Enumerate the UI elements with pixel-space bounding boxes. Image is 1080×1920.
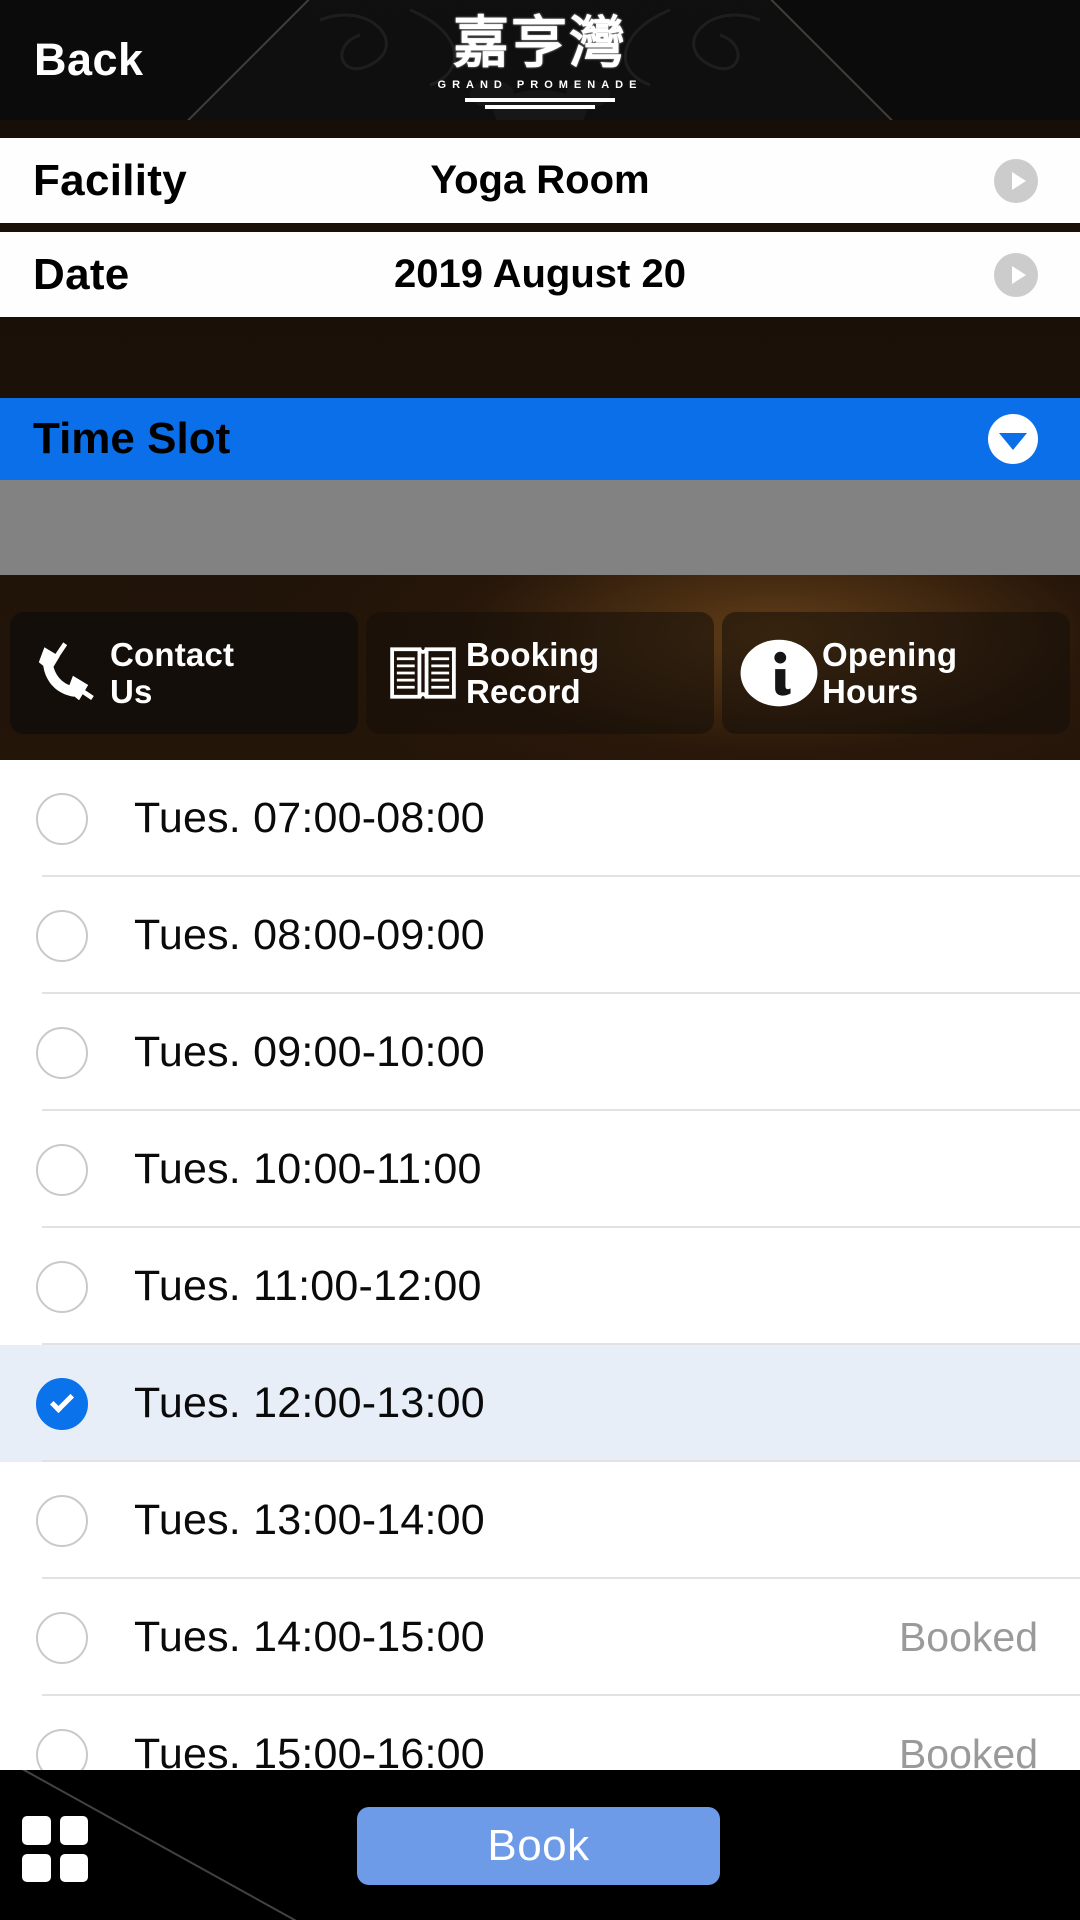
time-slot-dropdown[interactable]: Time Slot	[0, 398, 1080, 480]
play-arrow-icon[interactable]	[994, 158, 1038, 203]
time-slot-label: Tues. 07:00-08:00	[134, 794, 485, 842]
time-slot-label: Tues. 11:00-12:00	[134, 1262, 482, 1310]
time-slot-label: Tues. 12:00-13:00	[134, 1379, 485, 1427]
radio-unchecked-icon[interactable]	[36, 1611, 88, 1664]
time-slot-row[interactable]: Tues. 08:00-09:00	[0, 877, 1080, 994]
time-slot-label: Tues. 15:00-16:00	[134, 1730, 485, 1770]
time-slot-label: Time Slot	[33, 414, 231, 463]
radio-unchecked-icon[interactable]	[36, 1728, 88, 1770]
phone-icon	[24, 630, 110, 716]
brand-logo: 嘉亨灣 GRAND PROMENADE	[375, 12, 705, 112]
bottom-toolbar: Book	[0, 1770, 1080, 1920]
opening-hours-button[interactable]: Opening Hours	[722, 612, 1070, 734]
time-slot-row[interactable]: Tues. 15:00-16:00 Booked	[0, 1696, 1080, 1770]
radio-unchecked-icon[interactable]	[36, 1260, 88, 1313]
time-slot-row[interactable]: Tues. 14:00-15:00 Booked	[0, 1579, 1080, 1696]
contact-us-button[interactable]: Contact Us	[10, 612, 358, 734]
quick-action-row: Contact Us Booking Record Opening Hours	[0, 612, 1080, 734]
booking-record-button[interactable]: Booking Record	[366, 612, 714, 734]
info-icon	[736, 630, 822, 716]
time-slot-label: Tues. 08:00-09:00	[134, 911, 485, 959]
contact-us-label: Contact Us	[110, 636, 235, 710]
time-slot-label: Tues. 13:00-14:00	[134, 1496, 485, 1544]
brand-logo-chinese: 嘉亨灣	[453, 11, 627, 76]
time-slot-panel-spacer	[0, 480, 1080, 575]
back-button[interactable]: Back	[34, 26, 144, 94]
slot-status-badge: Booked	[898, 1614, 1038, 1660]
radio-unchecked-icon[interactable]	[36, 1143, 88, 1196]
date-value: 2019 August 20	[394, 252, 686, 296]
radio-unchecked-icon[interactable]	[36, 909, 88, 962]
booking-screen: Back 嘉亨灣 GRAND PROMENADE Facility Yoga R…	[0, 0, 1080, 1920]
book-button[interactable]: Book	[357, 1807, 720, 1885]
time-slot-row[interactable]: Tues. 11:00-12:00	[0, 1228, 1080, 1345]
app-header: Back 嘉亨灣 GRAND PROMENADE	[0, 0, 1080, 120]
radio-unchecked-icon[interactable]	[36, 792, 88, 845]
play-arrow-icon[interactable]	[994, 252, 1038, 297]
time-slot-row[interactable]: Tues. 09:00-10:00	[0, 994, 1080, 1111]
time-slot-label: Tues. 09:00-10:00	[134, 1028, 485, 1076]
radio-checked-icon[interactable]	[36, 1377, 88, 1430]
brand-logo-rules	[375, 98, 705, 109]
opening-hours-label: Opening Hours	[822, 636, 958, 710]
time-slot-row[interactable]: Tues. 10:00-11:00	[0, 1111, 1080, 1228]
chevron-down-icon[interactable]	[988, 414, 1038, 464]
radio-unchecked-icon[interactable]	[36, 1026, 88, 1079]
time-slot-label: Tues. 10:00-11:00	[134, 1145, 482, 1193]
time-slot-row[interactable]: Tues. 13:00-14:00	[0, 1462, 1080, 1579]
slot-status-badge: Booked	[898, 1731, 1038, 1770]
radio-unchecked-icon[interactable]	[36, 1494, 88, 1547]
open-book-icon	[380, 630, 466, 716]
time-slot-list[interactable]: Tues. 07:00-08:00 Tues. 08:00-09:00 Tues. …	[0, 760, 1080, 1770]
grid-menu-icon[interactable]	[22, 1816, 88, 1882]
date-row[interactable]: Date 2019 August 20	[0, 232, 1080, 317]
brand-logo-english: GRAND PROMENADE	[437, 79, 643, 91]
check-icon	[49, 1388, 75, 1414]
time-slot-row[interactable]: Tues. 12:00-13:00	[0, 1345, 1080, 1462]
time-slot-label: Tues. 14:00-15:00	[134, 1613, 485, 1661]
booking-record-label: Booking Record	[466, 636, 600, 710]
facility-value: Yoga Room	[430, 158, 650, 202]
facility-row[interactable]: Facility Yoga Room	[0, 138, 1080, 223]
time-slot-row[interactable]: Tues. 07:00-08:00	[0, 760, 1080, 877]
